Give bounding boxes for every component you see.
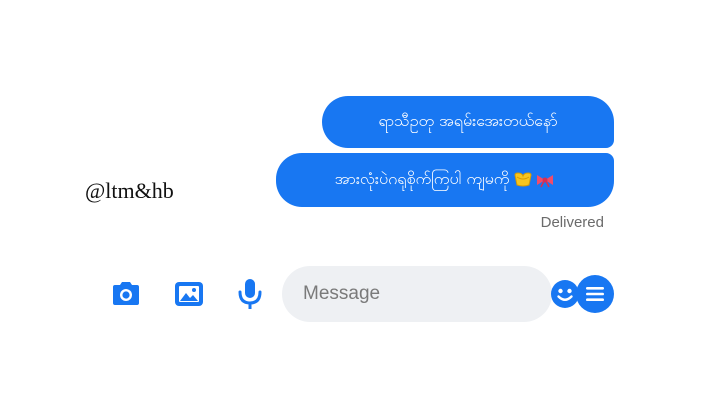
message-emoji xyxy=(513,172,555,188)
menu-icon xyxy=(586,287,604,301)
microphone-icon xyxy=(238,279,262,309)
menu-button[interactable] xyxy=(576,275,614,313)
message-input[interactable] xyxy=(301,282,550,306)
microphone-button[interactable] xyxy=(232,276,268,312)
message-input-container[interactable] xyxy=(282,266,579,322)
camera-button[interactable] xyxy=(108,276,144,312)
yellow-heart-icon xyxy=(514,172,532,187)
ribbon-icon xyxy=(537,175,554,188)
message-bubble[interactable]: အားလုံးပဲဂရုစိုက်ကြပါ ကျမကို xyxy=(276,153,614,207)
message-bubble[interactable]: ရာသီဥတု အရမ်းအေးတယ်နော် xyxy=(322,96,614,148)
image-icon xyxy=(175,282,203,306)
camera-icon xyxy=(113,282,139,305)
watermark-text: @ltm&hb xyxy=(85,178,174,203)
message-text: အားလုံးပဲဂရုစိုက်ကြပါ ကျမကို xyxy=(334,169,510,188)
gallery-button[interactable] xyxy=(171,276,207,312)
delivery-status: Delivered xyxy=(540,214,604,231)
message-text: ရာသီဥတု အရမ်းအေးတယ်နော် xyxy=(378,111,558,130)
